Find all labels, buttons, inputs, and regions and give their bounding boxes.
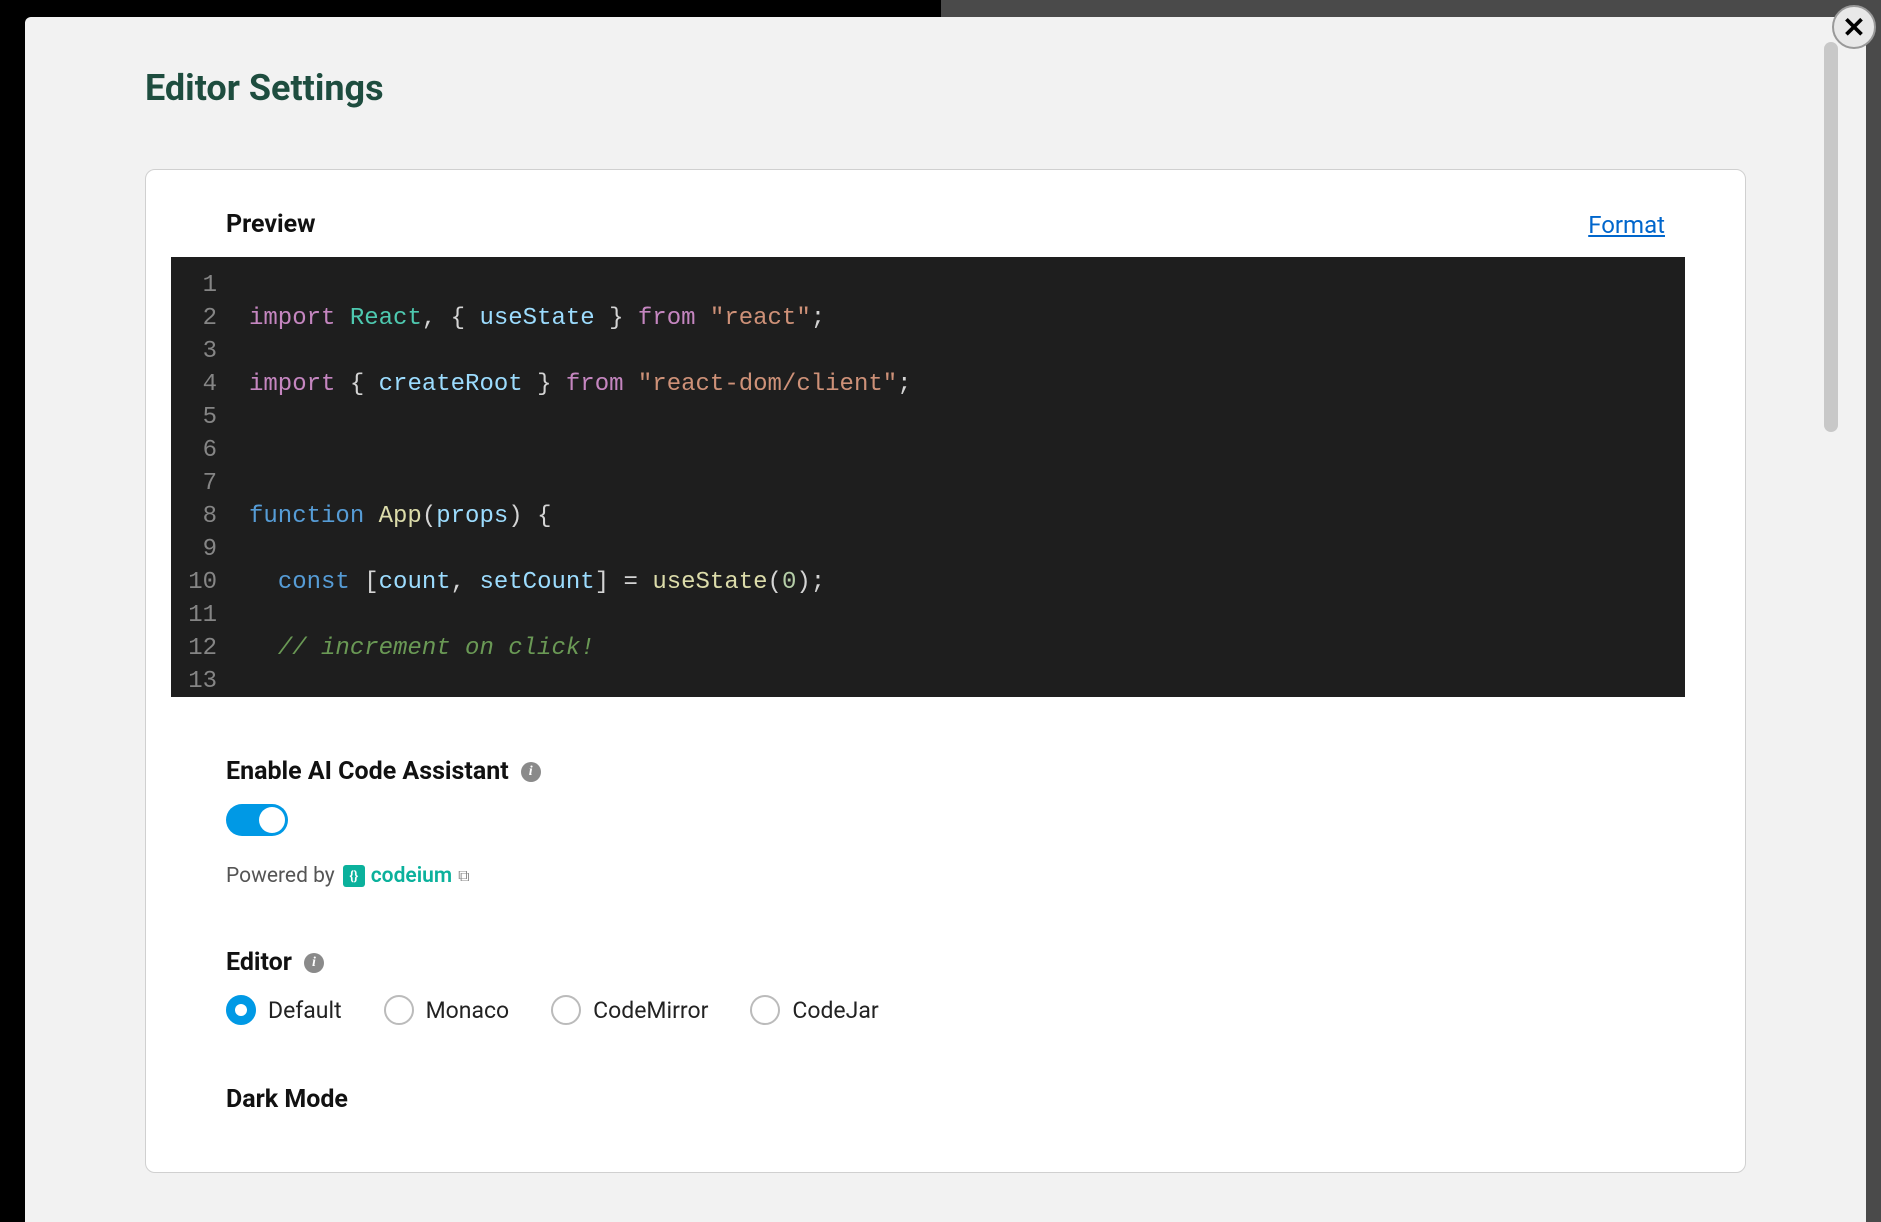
codeium-name: codeium [371,864,452,888]
editor-settings-modal: Editor Settings Preview Format 1 2 3 4 5… [25,17,1866,1222]
line-number: 5 [171,401,217,434]
external-link-icon: ⧉ [458,866,469,886]
line-number: 6 [171,434,217,467]
ai-assistant-section: Enable AI Code Assistant i Powered by {}… [226,757,1665,888]
line-number: 4 [171,368,217,401]
radio-label: Default [268,997,342,1024]
line-number: 8 [171,500,217,533]
scrollbar-thumb[interactable] [1824,42,1838,432]
line-number: 2 [171,302,217,335]
radio-monaco[interactable]: Monaco [384,995,510,1025]
editor-choice-title: Editor i [226,948,1665,977]
powered-by-row: Powered by {} codeium ⧉ [226,864,1665,888]
code-content[interactable]: import React, { useState } from "react";… [231,257,1685,697]
ai-assistant-title: Enable AI Code Assistant i [226,757,1665,786]
line-number: 1 [171,269,217,302]
ai-assistant-label: Enable AI Code Assistant [226,757,509,786]
ai-assistant-toggle[interactable] [226,804,288,836]
line-number: 11 [171,599,217,632]
radio-label: CodeJar [792,997,878,1024]
format-link[interactable]: Format [1588,211,1665,239]
line-number: 13 [171,665,217,697]
editor-radio-group: Default Monaco CodeMirror CodeJar [226,995,1665,1025]
radio-label: Monaco [426,997,510,1024]
line-number-gutter: 1 2 3 4 5 6 7 8 9 10 11 12 13 [171,257,231,697]
preview-header: Preview Format [226,210,1665,239]
radio-codemirror[interactable]: CodeMirror [551,995,708,1025]
line-number: 10 [171,566,217,599]
preview-label: Preview [226,210,316,239]
powered-by-text: Powered by [226,864,335,888]
info-icon[interactable]: i [304,953,324,973]
radio-input[interactable] [750,995,780,1025]
radio-label: CodeMirror [593,997,708,1024]
radio-codejar[interactable]: CodeJar [750,995,878,1025]
close-button[interactable]: ✕ [1832,5,1876,49]
modal-title: Editor Settings [145,67,1746,109]
editor-choice-section: Editor i Default Monaco CodeMirror [226,948,1665,1025]
radio-input[interactable] [226,995,256,1025]
radio-default[interactable]: Default [226,995,342,1025]
dark-mode-title: Dark Mode [226,1085,1665,1114]
radio-input[interactable] [551,995,581,1025]
dark-mode-label: Dark Mode [226,1085,348,1114]
settings-card: Preview Format 1 2 3 4 5 6 7 8 9 10 11 1… [145,169,1746,1173]
line-number: 9 [171,533,217,566]
radio-input[interactable] [384,995,414,1025]
dark-mode-section: Dark Mode [226,1085,1665,1114]
close-icon: ✕ [1842,11,1865,44]
code-editor-preview[interactable]: 1 2 3 4 5 6 7 8 9 10 11 12 13 import Rea… [171,257,1685,697]
line-number: 7 [171,467,217,500]
info-icon[interactable]: i [521,762,541,782]
codeium-link[interactable]: {} codeium ⧉ [343,864,470,888]
editor-choice-label: Editor [226,948,292,977]
line-number: 3 [171,335,217,368]
toggle-knob [259,807,285,833]
codeium-logo-icon: {} [343,865,365,887]
line-number: 12 [171,632,217,665]
